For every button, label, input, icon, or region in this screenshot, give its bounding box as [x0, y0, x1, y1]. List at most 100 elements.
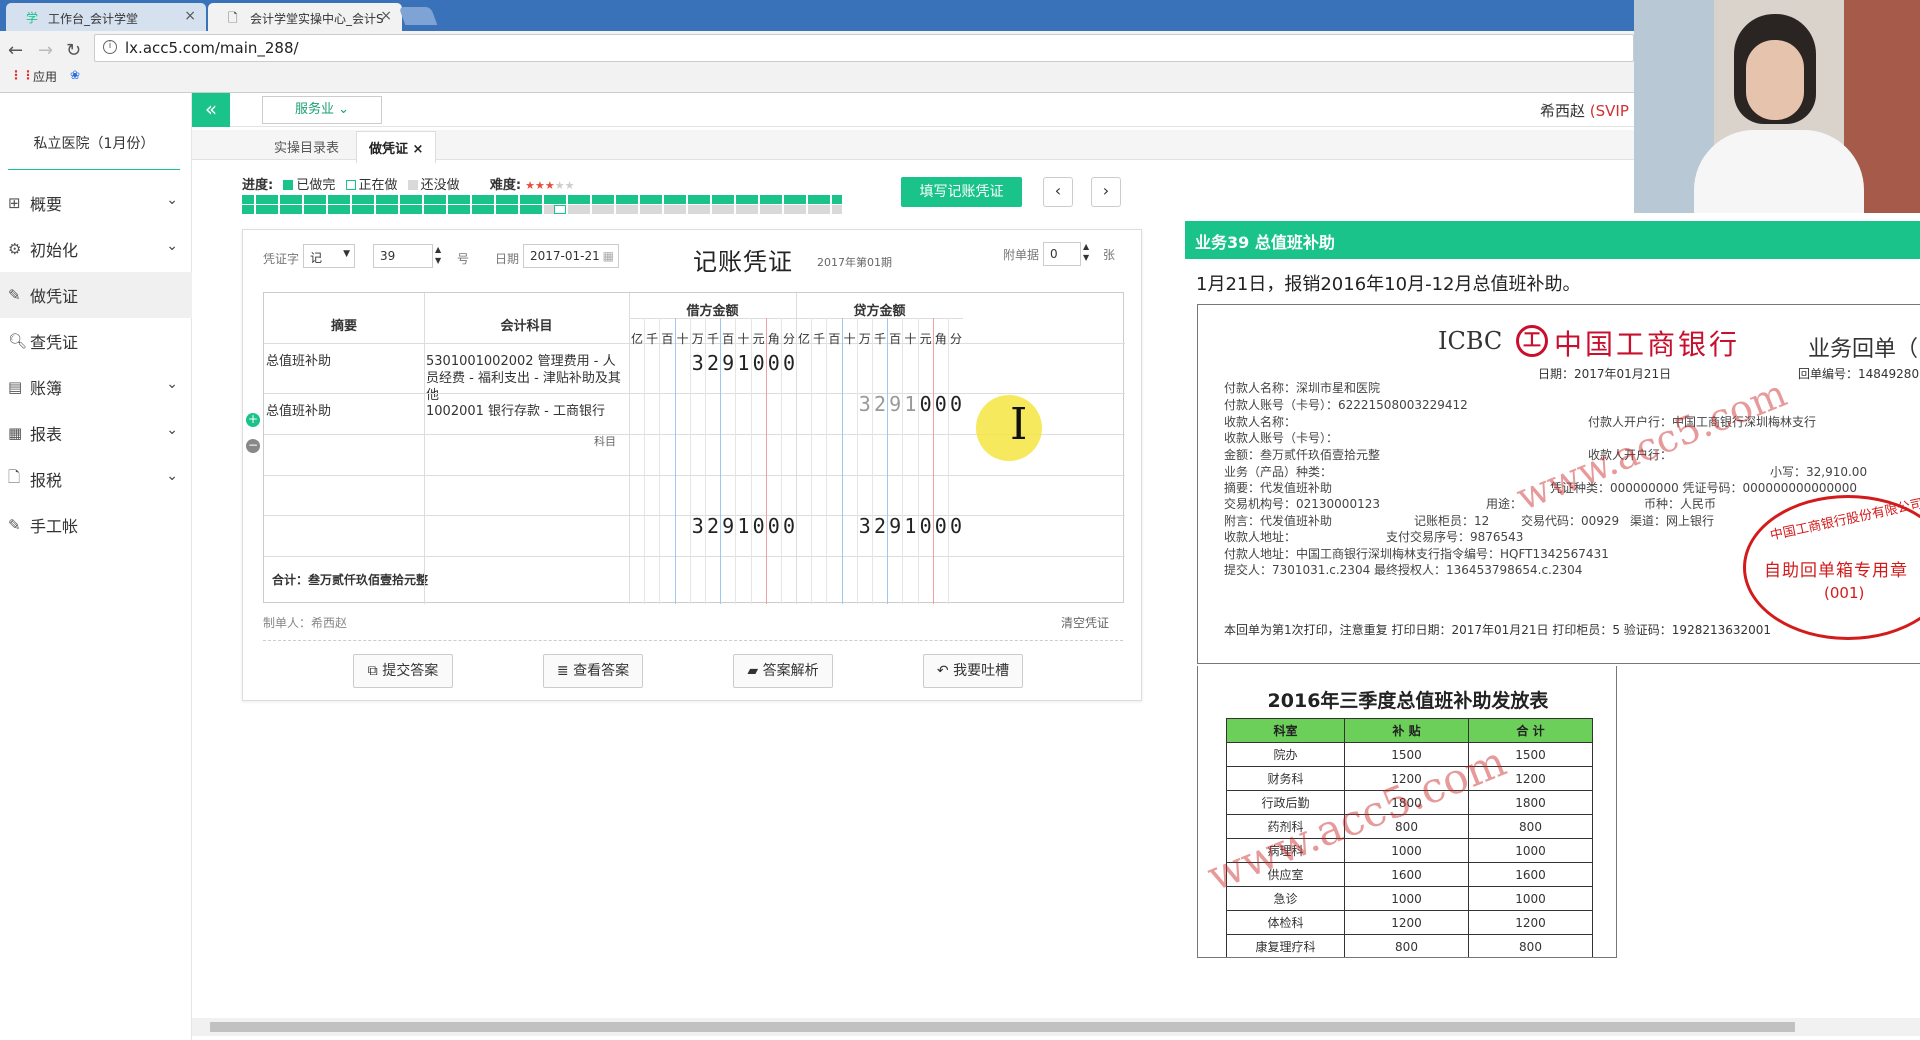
progress-square[interactable] [290, 195, 302, 204]
sidebar-item-manual[interactable]: ✎ 手工帐 [0, 502, 192, 548]
progress-square[interactable] [734, 205, 746, 214]
progress-square[interactable] [818, 195, 830, 204]
row1-debit-digit[interactable]: 0 [779, 351, 799, 375]
progress-square[interactable] [626, 195, 638, 204]
progress-square[interactable] [782, 205, 794, 214]
prev-button[interactable]: ‹ [1043, 177, 1073, 207]
progress-square[interactable] [806, 195, 818, 204]
progress-square[interactable] [686, 205, 698, 214]
progress-square[interactable] [554, 195, 566, 204]
progress-square[interactable] [314, 195, 326, 204]
progress-square[interactable] [302, 205, 314, 214]
tab-make-voucher[interactable]: 做凭证 × [356, 131, 437, 163]
progress-square[interactable] [542, 205, 554, 214]
browser-tab-practice[interactable]: 🗋 会计学堂实操中心_会计S × [208, 3, 402, 31]
progress-square[interactable] [374, 195, 386, 204]
progress-square[interactable] [770, 195, 782, 204]
progress-square[interactable] [722, 195, 734, 204]
progress-square[interactable] [518, 195, 530, 204]
sidebar-item-ledger[interactable]: ▤ 账簿 ⌄ [0, 364, 192, 410]
progress-square[interactable] [830, 195, 842, 204]
sidebar-item-init[interactable]: ⚙ 初始化 ⌄ [0, 226, 192, 272]
row1-account[interactable]: 5301001002002 管理费用 - 人员经费 - 福利支出 - 津贴补助及… [426, 353, 626, 404]
progress-square[interactable] [254, 195, 266, 204]
clear-voucher-link[interactable]: 清空凭证 [1061, 614, 1109, 631]
progress-square[interactable] [470, 205, 482, 214]
number-stepper[interactable]: ▲ ▼ [435, 244, 441, 266]
close-tab-icon[interactable]: × [380, 8, 392, 24]
total-debit-digit[interactable]: 0 [779, 514, 799, 538]
sidebar-item-make-voucher[interactable]: ✎ 做凭证 [0, 272, 192, 318]
progress-square[interactable] [398, 195, 410, 204]
row1-summary[interactable]: 总值班补助 [266, 353, 422, 370]
progress-square[interactable] [278, 205, 290, 214]
progress-square[interactable] [758, 205, 770, 214]
progress-square[interactable] [542, 195, 554, 204]
apps-grid-icon[interactable]: ⋮⋮ [10, 68, 34, 82]
fill-voucher-button[interactable]: 填写记账凭证 [901, 177, 1022, 207]
progress-square[interactable] [590, 205, 602, 214]
reload-icon[interactable]: ↻ [66, 40, 81, 61]
sidebar-item-reports[interactable]: ▦ 报表 ⌄ [0, 410, 192, 456]
progress-square[interactable] [662, 205, 674, 214]
progress-square[interactable] [794, 195, 806, 204]
progress-square[interactable] [506, 205, 518, 214]
total-credit-digit[interactable]: 0 [946, 514, 966, 538]
progress-square[interactable] [350, 195, 362, 204]
progress-square[interactable] [722, 205, 734, 214]
view-answer-button[interactable]: ≣ 查看答案 [543, 654, 643, 688]
tab-practice-catalog[interactable]: 实操目录表 [274, 137, 339, 156]
progress-square[interactable] [770, 205, 782, 214]
progress-square[interactable] [830, 205, 842, 214]
progress-square[interactable] [662, 195, 674, 204]
progress-square[interactable] [674, 195, 686, 204]
progress-square[interactable] [494, 195, 506, 204]
progress-square[interactable] [470, 195, 482, 204]
progress-square[interactable] [410, 205, 422, 214]
progress-square[interactable] [746, 195, 758, 204]
scrollbar-thumb[interactable] [210, 1022, 1795, 1032]
progress-square[interactable] [710, 195, 722, 204]
progress-square[interactable] [530, 195, 542, 204]
sidebar-item-query-voucher[interactable]: 🔍︎ 查凭证 [0, 318, 192, 364]
feedback-button[interactable]: ↶ 我要吐槽 [923, 654, 1023, 688]
sidebar-item-overview[interactable]: ⊞ 概要 ⌄ [0, 180, 192, 226]
progress-square[interactable] [350, 205, 362, 214]
calendar-icon[interactable]: ▦ [603, 249, 614, 263]
progress-square[interactable] [314, 205, 326, 214]
progress-square[interactable] [638, 195, 650, 204]
progress-square[interactable] [602, 195, 614, 204]
progress-square[interactable] [482, 195, 494, 204]
add-row-icon[interactable]: + [246, 413, 260, 427]
progress-square[interactable] [482, 205, 494, 214]
bookmark-apps[interactable]: 应用 [33, 68, 57, 85]
progress-square[interactable] [818, 205, 830, 214]
row2-credit-digit[interactable]: 0 [946, 392, 966, 416]
progress-square[interactable] [242, 205, 254, 214]
user-name[interactable]: 希西赵 (SVIP [1540, 100, 1629, 121]
progress-square[interactable] [338, 195, 350, 204]
row2-summary[interactable]: 总值班补助 [266, 403, 422, 420]
progress-square[interactable] [614, 205, 626, 214]
close-tab-icon[interactable]: × [184, 8, 196, 24]
progress-square[interactable] [638, 205, 650, 214]
progress-square[interactable] [806, 205, 818, 214]
progress-square[interactable] [362, 205, 374, 214]
progress-square[interactable] [758, 195, 770, 204]
back-icon[interactable]: ← [8, 40, 23, 61]
progress-square[interactable] [530, 205, 542, 214]
progress-square[interactable] [458, 195, 470, 204]
progress-square[interactable] [254, 205, 266, 214]
progress-square[interactable] [506, 195, 518, 204]
progress-square[interactable] [518, 205, 530, 214]
forward-icon[interactable]: → [38, 40, 53, 61]
progress-square[interactable] [614, 195, 626, 204]
progress-square[interactable] [590, 195, 602, 204]
baidu-paw-icon[interactable]: ❀ [70, 68, 80, 82]
progress-square[interactable] [710, 205, 722, 214]
progress-square[interactable] [422, 205, 434, 214]
attach-count-input[interactable]: 0 [1043, 242, 1081, 266]
progress-square[interactable] [266, 205, 278, 214]
progress-square[interactable] [698, 195, 710, 204]
progress-square[interactable] [650, 205, 662, 214]
